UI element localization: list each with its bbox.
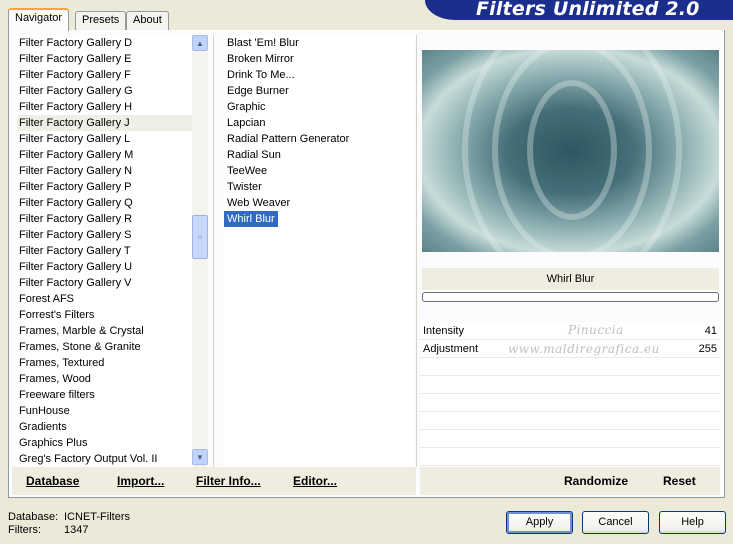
filter-item[interactable]: Web Weaver (224, 195, 293, 211)
app-title: Filters Unlimited 2.0 (476, 0, 700, 20)
filter-item[interactable]: Edge Burner (224, 83, 292, 99)
preview-progress-bar (422, 292, 719, 302)
category-item[interactable]: Graphics Plus (17, 435, 193, 451)
category-list[interactable]: Filter Factory Gallery D Filter Factory G… (17, 35, 193, 467)
category-item[interactable]: Frames, Textured (17, 355, 193, 371)
database-label: Database: (8, 511, 59, 523)
filter-info-button[interactable]: Filter Info... (196, 474, 261, 488)
filter-item[interactable]: Blast 'Em! Blur (224, 35, 302, 51)
tab-navigator[interactable]: Navigator (8, 8, 70, 31)
category-item[interactable]: Filter Factory Gallery D (17, 35, 193, 51)
category-item[interactable]: Filter Factory Gallery L (17, 131, 193, 147)
param-value: 41 (704, 325, 717, 337)
param-row-empty (420, 430, 720, 448)
category-item[interactable]: Gradients (17, 419, 193, 435)
database-button[interactable]: Database (26, 474, 79, 488)
category-item[interactable]: Filter Factory Gallery T (17, 243, 193, 259)
filter-item[interactable]: Graphic (224, 99, 269, 115)
filter-item[interactable]: Radial Pattern Generator (224, 131, 352, 147)
category-item[interactable]: Filter Factory Gallery J (17, 115, 193, 131)
param-row-empty (420, 448, 720, 466)
param-row-empty (420, 412, 720, 430)
param-label: Adjustment (423, 343, 479, 355)
watermark-url: www.maldiregrafica.eu (508, 342, 660, 356)
filter-item[interactable]: Broken Mirror (224, 51, 297, 67)
scroll-down-button[interactable]: ▼ (192, 449, 208, 465)
list-divider (213, 35, 214, 467)
category-item[interactable]: Forest AFS (17, 291, 193, 307)
editor-button[interactable]: Editor... (293, 474, 337, 488)
category-item[interactable]: Frames, Marble & Crystal (17, 323, 193, 339)
filter-list[interactable]: Blast 'Em! Blur Broken Mirror Drink To Me.… (224, 35, 414, 467)
filters-count-value: 1347 (64, 524, 89, 536)
category-item[interactable]: Filter Factory Gallery U (17, 259, 193, 275)
category-item[interactable]: Filter Factory Gallery F (17, 67, 193, 83)
filter-preview-image (422, 50, 719, 252)
category-item[interactable]: Filter Factory Gallery S (17, 227, 193, 243)
reset-button[interactable]: Reset (663, 474, 696, 488)
category-item[interactable]: Filter Factory Gallery H (17, 99, 193, 115)
filter-item[interactable]: Whirl Blur (224, 211, 278, 227)
filter-item[interactable]: Drink To Me... (224, 67, 298, 83)
database-value: ICNET-Filters (64, 511, 130, 523)
tab-presets[interactable]: Presets (75, 11, 127, 30)
randomize-button[interactable]: Randomize (564, 474, 628, 488)
category-item[interactable]: Freeware filters (17, 387, 193, 403)
help-button[interactable]: Help (659, 511, 726, 534)
filter-item[interactable]: Twister (224, 179, 265, 195)
category-item[interactable]: Frames, Stone & Granite (17, 339, 193, 355)
filter-item[interactable]: Lapcian (224, 115, 269, 131)
category-item[interactable]: Filter Factory Gallery E (17, 51, 193, 67)
category-item[interactable]: Filter Factory Gallery P (17, 179, 193, 195)
preview-filter-name: Whirl Blur (422, 268, 719, 290)
filters-count-label: Filters: (8, 524, 41, 536)
cancel-button[interactable]: Cancel (582, 511, 649, 534)
tab-about[interactable]: About (126, 11, 169, 30)
preview-divider (416, 35, 417, 467)
param-row-empty (420, 376, 720, 394)
category-item[interactable]: Forrest's Filters (17, 307, 193, 323)
watermark-name: Pinuccia (568, 323, 624, 337)
category-item[interactable]: Filter Factory Gallery R (17, 211, 193, 227)
category-item[interactable]: Filter Factory Gallery Q (17, 195, 193, 211)
filter-item[interactable]: Radial Sun (224, 147, 284, 163)
param-label: Intensity (423, 325, 464, 337)
category-item[interactable]: Frames, Wood (17, 371, 193, 387)
import-button[interactable]: Import... (117, 474, 164, 488)
scroll-thumb[interactable]: ≡ (192, 215, 208, 259)
category-scrollbar[interactable]: ▲ ≡ ▼ (192, 35, 208, 467)
category-item[interactable]: Filter Factory Gallery V (17, 275, 193, 291)
preview-ring (527, 80, 617, 220)
filter-item[interactable]: TeeWee (224, 163, 270, 179)
category-item[interactable]: Filter Factory Gallery N (17, 163, 193, 179)
parameter-panel: Intensity 41 Adjustment 255 Pinuccia www… (420, 322, 720, 466)
scroll-up-button[interactable]: ▲ (192, 35, 208, 51)
category-item[interactable]: FunHouse (17, 403, 193, 419)
list-action-bar: Database Import... Filter Info... Editor… (12, 467, 416, 495)
category-item[interactable]: Filter Factory Gallery G (17, 83, 193, 99)
preview-action-bar: Randomize Reset (420, 467, 720, 495)
param-row-empty (420, 358, 720, 376)
category-item[interactable]: Greg's Factory Output Vol. II (17, 451, 193, 467)
param-value: 255 (698, 343, 717, 355)
param-row-empty (420, 394, 720, 412)
apply-button[interactable]: Apply (506, 511, 573, 534)
category-item[interactable]: Filter Factory Gallery M (17, 147, 193, 163)
